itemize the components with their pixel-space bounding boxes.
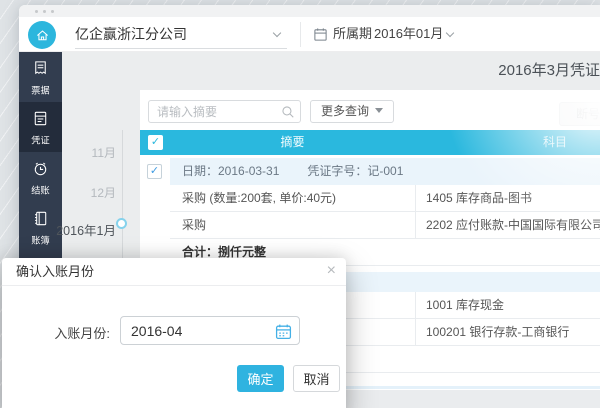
cancel-button[interactable]: 取消	[293, 365, 340, 392]
timeline-month-current[interactable]: 2016年1月	[56, 220, 116, 239]
voucher-icon	[34, 111, 47, 126]
company-select[interactable]: 亿企赢浙江分公司	[75, 17, 187, 51]
receipt-icon	[35, 61, 46, 75]
search-box	[148, 100, 301, 123]
confirm-button[interactable]: 确定	[237, 365, 284, 392]
voucher-checkbox[interactable]: ✓	[147, 164, 162, 179]
column-header-account: 科目	[542, 135, 567, 149]
month-input-wrap	[120, 316, 300, 345]
close-icon[interactable]: ×	[327, 258, 336, 286]
sidebar-item-label: 凭证	[31, 136, 50, 147]
chevron-down-icon	[272, 28, 282, 38]
month-field-label: 入账月份:	[54, 326, 110, 341]
month-input[interactable]	[121, 317, 299, 344]
sidebar-item-bills[interactable]: 票据	[19, 52, 62, 102]
calendar-icon	[314, 28, 327, 41]
broken-number-button[interactable]: 断号整理	[559, 102, 600, 126]
voucher-date-row: 日期：2016-03-31 凭证字号：记-001	[170, 158, 600, 185]
table-row[interactable]: 采购 2202 应付账款-中国国际有限公司	[170, 212, 600, 239]
home-button[interactable]	[28, 21, 56, 49]
column-header-summary: 摘要	[280, 135, 305, 149]
more-query-label: 更多查询	[321, 104, 370, 118]
voucher-number: 凭证字号：记-001	[307, 164, 404, 178]
topbar: 亿企赢浙江分公司 所属期 2016年01月	[19, 17, 600, 52]
summary-cell: 采购 (数量:200套, 单价:40元)	[182, 191, 337, 205]
divider	[300, 22, 301, 47]
ledger-icon	[35, 211, 47, 226]
clock-icon	[34, 162, 47, 176]
calendar-icon[interactable]	[275, 323, 292, 340]
caret-down-icon	[375, 108, 384, 113]
more-query-button[interactable]: 更多查询	[310, 100, 395, 123]
window-dot-icon	[35, 10, 38, 13]
select-all-checkbox[interactable]: ✓	[148, 135, 163, 150]
sidebar-item-closing[interactable]: 结账	[19, 152, 62, 202]
window-dot-icon	[51, 10, 54, 13]
confirm-month-modal: 确认入账月份 × 入账月份: 确定 取消	[2, 258, 346, 408]
sidebar-item-label: 账簿	[31, 236, 50, 247]
timeline-month[interactable]: 12月	[91, 184, 116, 201]
table-row[interactable]: 采购 (数量:200套, 单价:40元) 1405 库存商品-图书	[170, 185, 600, 212]
account-cell: 100201 银行存款-工商银行	[415, 319, 600, 345]
search-icon[interactable]	[281, 105, 295, 119]
account-cell: 1001 库存现金	[415, 292, 600, 318]
table-header: ✓ 摘要 科目	[140, 130, 600, 155]
modal-title: 确认入账月份	[16, 264, 95, 279]
sidebar-item-label: 结账	[31, 186, 50, 197]
window-dot-icon	[43, 10, 46, 13]
timeline-current-dot[interactable]	[116, 218, 127, 229]
timeline-line	[122, 130, 123, 258]
sidebar-item-vouchers[interactable]: 凭证	[19, 102, 62, 152]
app-stage: 亿企赢浙江分公司 所属期 2016年01月 票据 凭证 结账 账簿 11月 12…	[0, 0, 600, 408]
search-input[interactable]	[149, 101, 300, 122]
chevron-down-icon	[445, 28, 455, 38]
account-cell: 2202 应付账款-中国国际有限公司	[415, 212, 600, 238]
summary-cell: 采购	[182, 218, 207, 232]
account-cell: 1405 库存商品-图书	[415, 185, 600, 211]
period-select[interactable]: 2016年01月	[374, 17, 443, 51]
divider	[75, 48, 287, 49]
window-chrome	[19, 5, 600, 17]
timeline-month[interactable]: 11月	[92, 144, 116, 161]
modal-header: 确认入账月份 ×	[2, 258, 346, 286]
title-band: 2016年3月凭证	[140, 52, 600, 90]
sidebar-item-label: 票据	[31, 86, 50, 97]
page-title: 2016年3月凭证	[498, 62, 600, 79]
voucher-card[interactable]: 日期：2016-03-31 凭证字号：记-001 采购 (数量:200套, 单价:…	[170, 158, 600, 266]
period-label: 所属期	[333, 26, 373, 41]
voucher-date: 日期：2016-03-31	[182, 164, 280, 178]
home-icon	[36, 29, 48, 40]
